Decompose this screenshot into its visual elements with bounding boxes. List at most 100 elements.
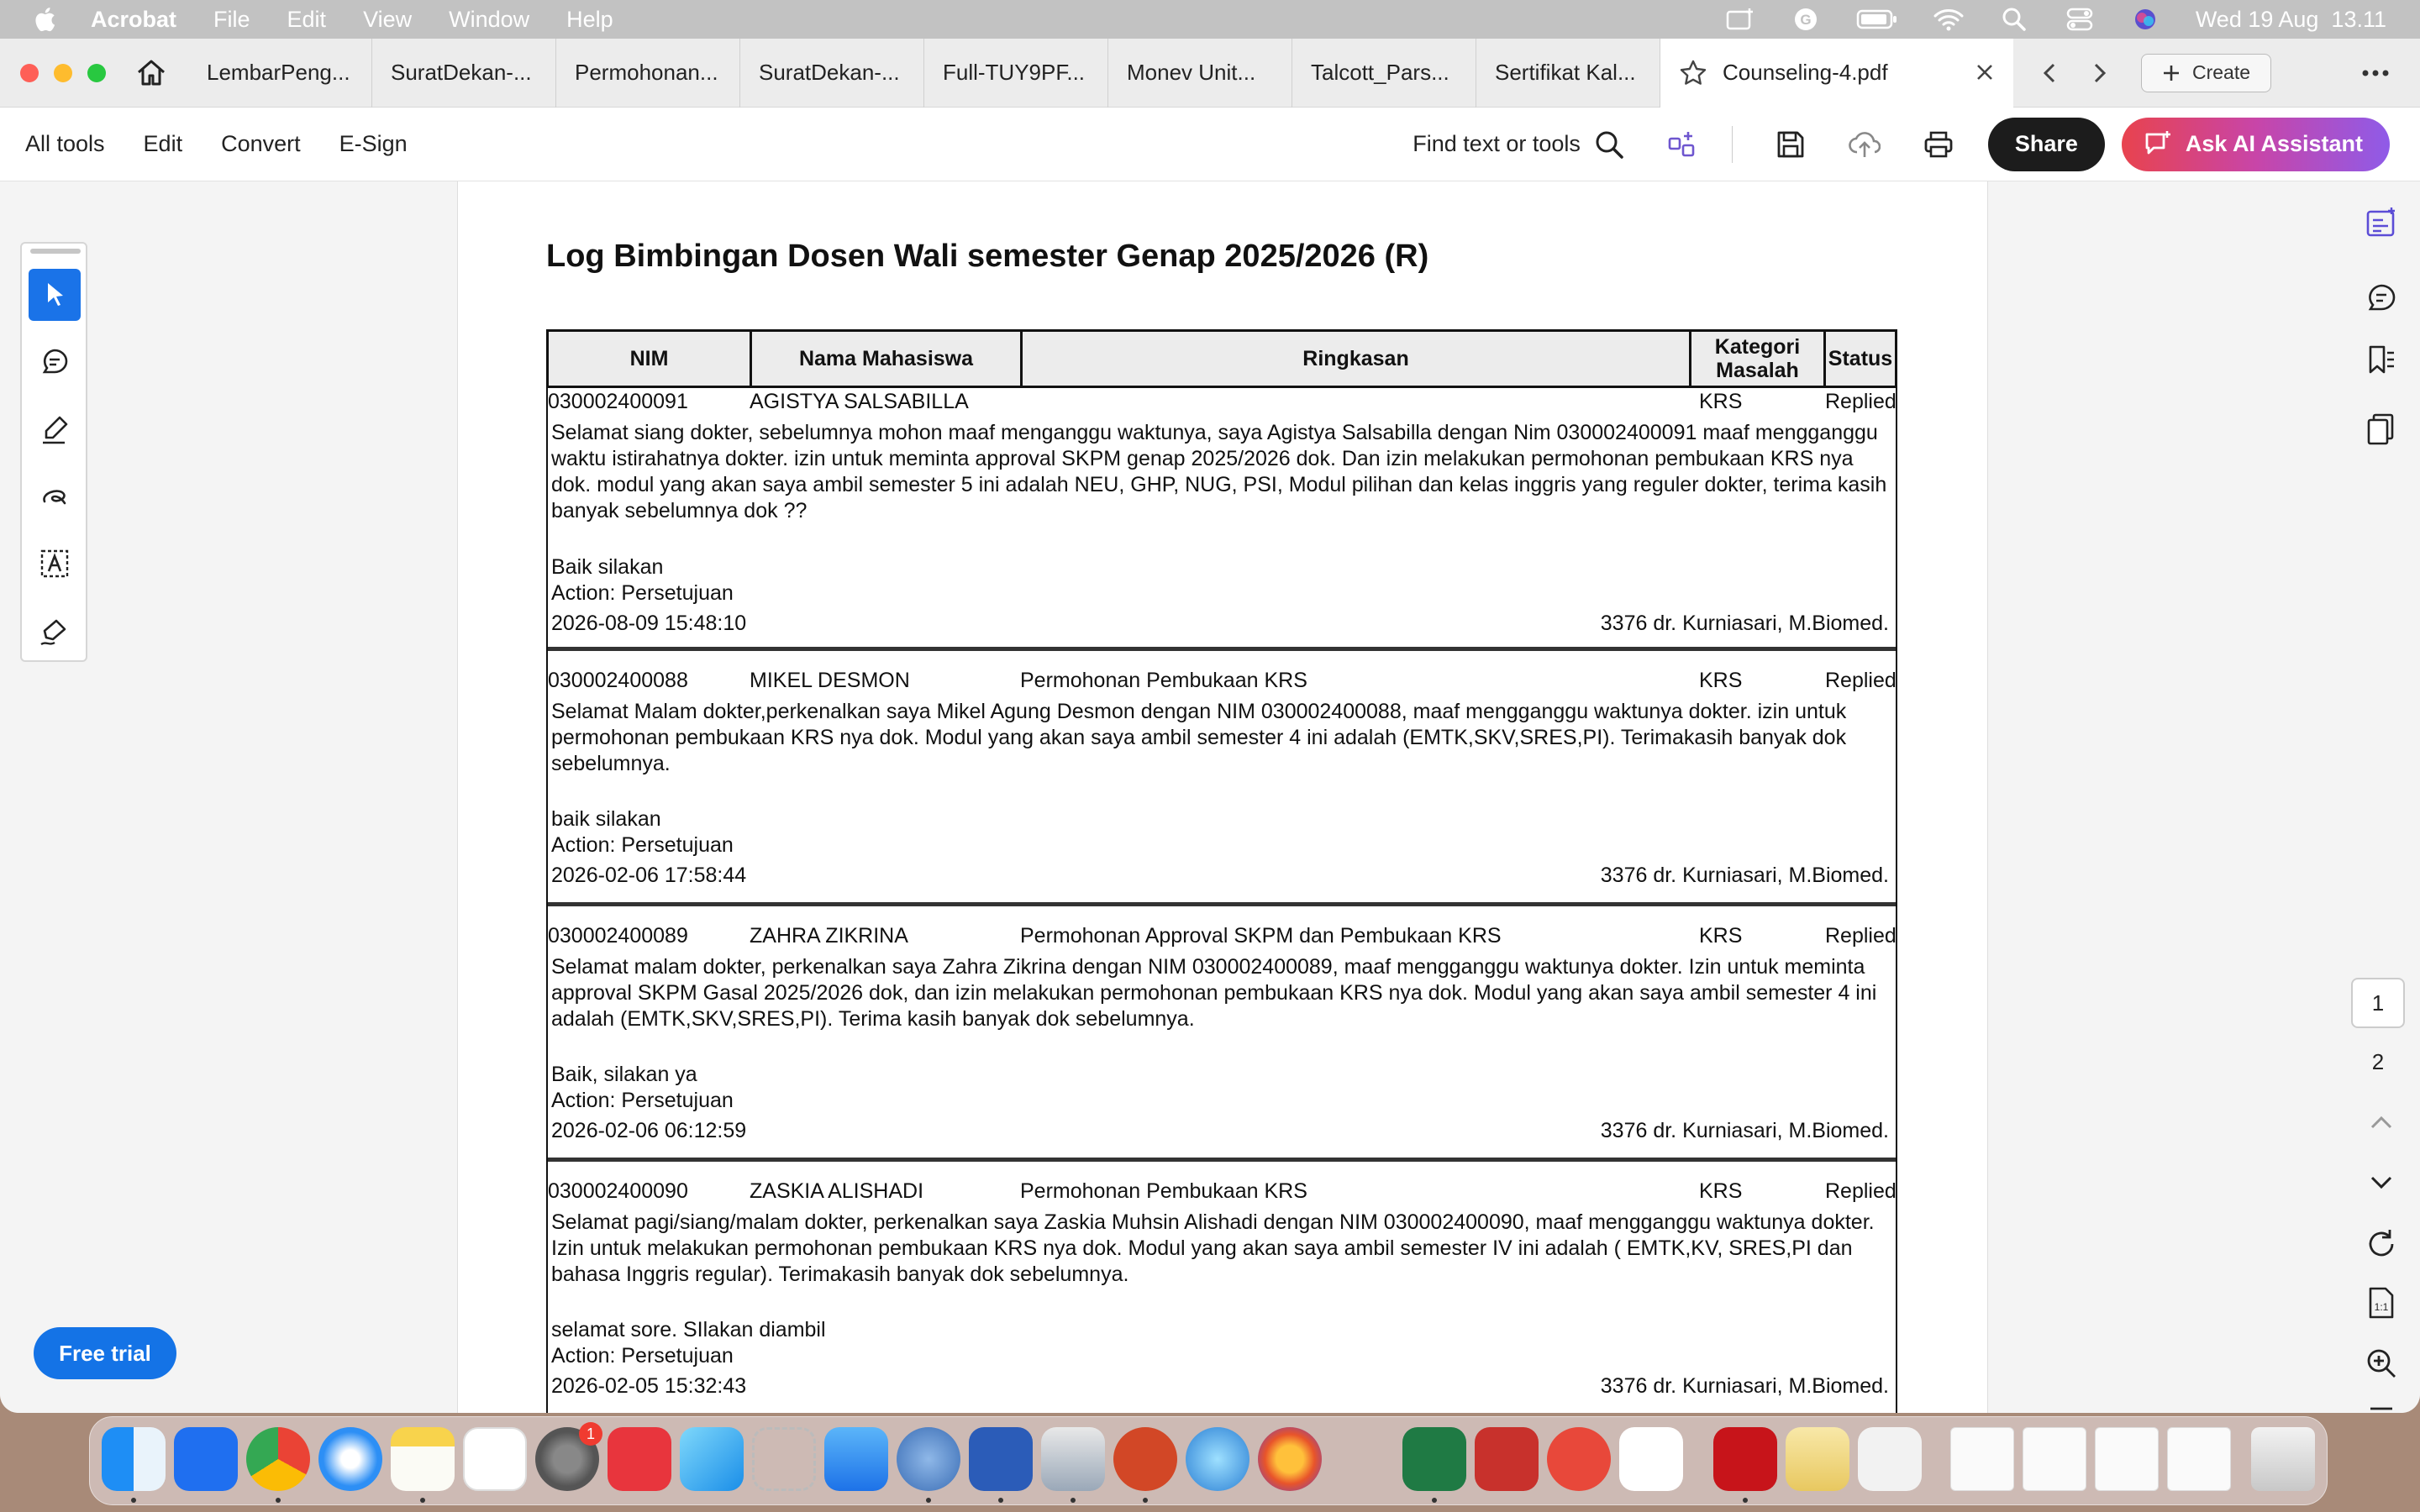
textedit-icon[interactable] xyxy=(1858,1427,1922,1491)
sign-tool[interactable] xyxy=(29,605,81,657)
convert-button[interactable]: Convert xyxy=(221,131,301,157)
equation-editor-icon[interactable] xyxy=(897,1427,960,1491)
menubar-clock[interactable]: Wed 19 Aug 13.11 xyxy=(2196,7,2386,33)
trash-icon[interactable] xyxy=(2251,1427,2315,1491)
finder-icon[interactable] xyxy=(102,1427,166,1491)
spotlight-search-icon[interactable] xyxy=(1999,7,2029,32)
share-button[interactable]: Share xyxy=(1987,117,2105,171)
firefox-icon[interactable] xyxy=(1258,1427,1322,1491)
freeform-icon[interactable] xyxy=(463,1427,527,1491)
control-center-icon[interactable] xyxy=(2065,7,2095,32)
cloud-upload-icon[interactable] xyxy=(1849,129,1881,160)
recent-document-thumbnail[interactable] xyxy=(1950,1427,2014,1491)
edit-button[interactable]: Edit xyxy=(144,131,183,157)
menu-view[interactable]: View xyxy=(363,7,412,33)
pdf-page[interactable]: Log Bimbingan Dosen Wali semester Genap … xyxy=(459,181,1986,1413)
battery-icon[interactable] xyxy=(1856,7,1898,32)
free-trial-button[interactable]: Free trial xyxy=(34,1327,176,1379)
tab-full-tuy9pf[interactable]: Full-TUY9PF... xyxy=(924,39,1108,108)
text-box-tool[interactable] xyxy=(29,538,81,590)
tab-talcott-pars[interactable]: Talcott_Pars... xyxy=(1292,39,1476,108)
grammarly-icon[interactable]: G xyxy=(1791,7,1821,32)
entry-meta-row: 030002400091 AGISTYA SALSABILLA KRS Repl… xyxy=(548,390,1897,415)
screen-capture-icon[interactable] xyxy=(1725,7,1755,32)
tab-suratdekan-2[interactable]: SuratDekan-... xyxy=(740,39,924,108)
zoom-app-icon[interactable] xyxy=(174,1427,238,1491)
zotero-icon[interactable] xyxy=(1475,1427,1539,1491)
mail-icon[interactable] xyxy=(824,1427,888,1491)
ask-ai-assistant-button[interactable]: Ask AI Assistant xyxy=(2121,117,2390,171)
search-icon[interactable] xyxy=(1594,129,1624,160)
siri-icon[interactable] xyxy=(2130,7,2160,32)
safari-icon[interactable] xyxy=(318,1427,382,1491)
rotate-icon[interactable] xyxy=(2364,1226,2399,1262)
notes-icon[interactable] xyxy=(391,1427,455,1491)
tab-lembarpeng[interactable]: LembarPeng... xyxy=(188,39,372,108)
create-button[interactable]: Create xyxy=(2141,53,2272,92)
home-icon[interactable] xyxy=(134,56,168,90)
recent-document-thumbnail[interactable] xyxy=(2095,1427,2159,1491)
chevron-left-icon[interactable] xyxy=(2039,61,2062,85)
preview-icon[interactable] xyxy=(1041,1427,1105,1491)
all-tools-button[interactable]: All tools xyxy=(25,131,105,157)
page-thumbnails-icon[interactable] xyxy=(2364,412,2399,447)
kategori-cell: KRS xyxy=(1699,390,1743,413)
tab-monev-unit[interactable]: Monev Unit... xyxy=(1108,39,1292,108)
chrome-icon[interactable] xyxy=(246,1427,310,1491)
apple-icon[interactable] xyxy=(34,6,55,33)
zoom-window-button[interactable] xyxy=(87,63,106,82)
zoom-out-icon[interactable] xyxy=(2364,1404,2399,1413)
bookmark-icon[interactable] xyxy=(2364,343,2399,378)
menu-help[interactable]: Help xyxy=(566,7,613,33)
star-icon[interactable] xyxy=(1679,59,1707,87)
menu-file[interactable]: File xyxy=(213,7,250,33)
chevron-right-icon[interactable] xyxy=(2087,61,2111,85)
hashtag-app-icon[interactable] xyxy=(1330,1427,1394,1491)
drag-handle[interactable] xyxy=(30,249,81,254)
tab-sertifikat-kal[interactable]: Sertifikat Kal... xyxy=(1476,39,1660,108)
minimize-window-button[interactable] xyxy=(54,63,72,82)
tab-suratdekan-1[interactable]: SuratDekan-... xyxy=(372,39,556,108)
zoom-in-icon[interactable] xyxy=(2364,1346,2399,1381)
esign-button[interactable]: E-Sign xyxy=(339,131,408,157)
menu-app-acrobat[interactable]: Acrobat xyxy=(91,7,176,33)
ai-tools-icon[interactable] xyxy=(1666,129,1698,160)
comment-tool[interactable] xyxy=(29,336,81,388)
actual-size-icon[interactable]: 1:1 xyxy=(2364,1285,2399,1320)
ai-summary-icon[interactable] xyxy=(2364,205,2399,240)
more-options-icon[interactable] xyxy=(2361,69,2390,77)
sketch-gem-icon[interactable] xyxy=(680,1427,744,1491)
powerpoint-icon[interactable] xyxy=(1113,1427,1177,1491)
tab-counseling-4[interactable]: Counseling-4.pdf xyxy=(1660,39,2013,108)
menu-window[interactable]: Window xyxy=(449,7,529,33)
grapher-icon[interactable] xyxy=(1786,1427,1849,1491)
page-2-button[interactable]: 2 xyxy=(2351,1043,2405,1080)
ask-ai-label: Ask AI Assistant xyxy=(2185,131,2363,156)
highlight-tool[interactable] xyxy=(29,403,81,455)
wifi-icon[interactable] xyxy=(1933,7,1964,32)
recent-document-thumbnail[interactable] xyxy=(2023,1427,2086,1491)
acrobat-dock-icon[interactable] xyxy=(1713,1427,1777,1491)
find-text-tools[interactable]: Find text or tools xyxy=(1413,131,1581,157)
draw-tool[interactable] xyxy=(29,470,81,522)
tab-permohonan[interactable]: Permohonan... xyxy=(556,39,740,108)
mendeley-icon[interactable] xyxy=(608,1427,671,1491)
recent-document-thumbnail[interactable] xyxy=(2167,1427,2231,1491)
save-icon[interactable] xyxy=(1775,129,1807,160)
select-tool[interactable] xyxy=(29,269,81,321)
print-icon[interactable] xyxy=(1923,129,1954,160)
page-1-button[interactable]: 1 xyxy=(2351,978,2405,1028)
menu-edit[interactable]: Edit xyxy=(287,7,327,33)
network-radar-icon[interactable] xyxy=(1186,1427,1249,1491)
running-indicator xyxy=(276,1498,281,1503)
chevron-down-icon[interactable] xyxy=(2364,1164,2399,1200)
close-window-button[interactable] xyxy=(20,63,39,82)
asterisk-app-icon[interactable] xyxy=(1547,1427,1611,1491)
unknown-app-icon[interactable] xyxy=(752,1427,816,1491)
capcut-icon[interactable] xyxy=(1619,1427,1683,1491)
close-tab-icon[interactable] xyxy=(1975,62,1995,82)
excel-icon[interactable] xyxy=(1402,1427,1466,1491)
chevron-up-icon[interactable] xyxy=(2364,1105,2399,1141)
word-icon[interactable] xyxy=(969,1427,1033,1491)
comments-icon[interactable] xyxy=(2364,281,2399,316)
